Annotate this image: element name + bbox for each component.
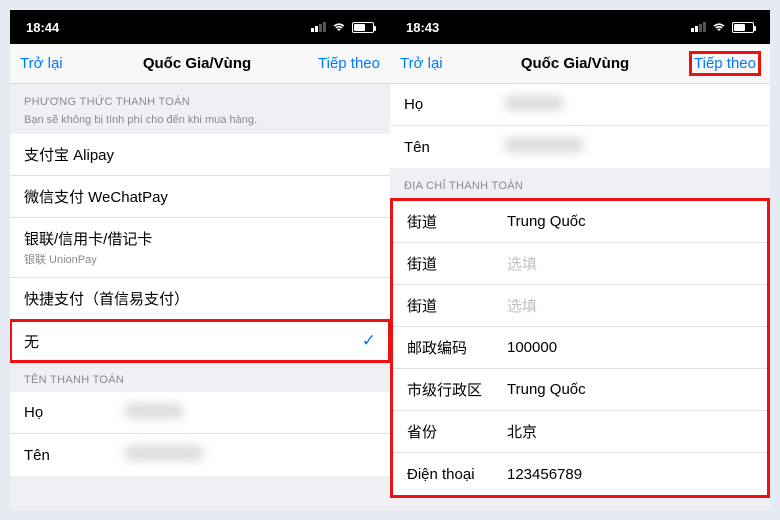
payment-method-item[interactable]: 微信支付 WeChatPay [10, 176, 390, 218]
name-field-row[interactable]: Tên [390, 126, 770, 168]
payment-method-item[interactable]: 银联/信用卡/借记卡 银联 UnionPay [10, 218, 390, 278]
nav-bar: Trở lại Quốc Gia/Vùng Tiếp theo [390, 44, 770, 84]
field-label: 街道 [407, 211, 507, 232]
field-value: Trung Quốc [507, 381, 753, 398]
field-value: Trung Quốc [507, 213, 753, 230]
field-value-redacted [124, 446, 376, 464]
nav-title: Quốc Gia/Vùng [80, 55, 314, 72]
cellular-signal-icon [311, 22, 326, 32]
billing-address-list: 街道 Trung Quốc 街道 选填 街道 选填 邮政编码 100000 市级… [390, 198, 770, 498]
payment-method-header: PHƯƠNG THỨC THANH TOÁN [10, 84, 390, 114]
address-field-row[interactable]: 街道 选填 [393, 243, 767, 285]
screenshot-frame: 18:44 Trở lại Quốc Gia/Vùng Tiếp theo PH… [10, 10, 770, 510]
field-label: 街道 [407, 253, 507, 274]
cellular-signal-icon [691, 22, 706, 32]
payment-method-item[interactable]: 快捷支付（首信易支付） [10, 278, 390, 320]
field-label: Điện thoại [407, 466, 507, 483]
status-time: 18:43 [406, 20, 439, 35]
field-label: 省份 [407, 421, 507, 442]
nav-title: Quốc Gia/Vùng [460, 55, 690, 72]
field-value-redacted [124, 404, 376, 422]
billing-address-header: ĐỊA CHỈ THANH TOÁN [390, 168, 770, 198]
payment-method-label: 支付宝 Alipay [24, 144, 114, 165]
payment-method-label: 快捷支付（首信易支付） [24, 288, 189, 309]
checkmark-icon: ✓ [362, 331, 376, 351]
battery-icon [732, 22, 754, 33]
field-label: Họ [404, 96, 504, 113]
payment-method-item[interactable]: 支付宝 Alipay [10, 134, 390, 176]
field-placeholder: 选填 [507, 253, 753, 274]
field-label: 市级行政区 [407, 379, 507, 400]
payment-method-sublabel: 银联 UnionPay [24, 251, 376, 267]
field-label: Họ [24, 404, 124, 421]
field-placeholder: 选填 [507, 295, 753, 316]
next-button[interactable]: Tiếp theo [314, 55, 380, 72]
status-bar: 18:43 [390, 10, 770, 44]
billing-name-header: TÊN THANH TOÁN [10, 362, 390, 392]
payment-method-label: 无 [24, 331, 39, 352]
address-field-row[interactable]: 邮政编码 100000 [393, 327, 767, 369]
battery-icon [352, 22, 374, 33]
name-field-row[interactable]: Tên [10, 434, 390, 476]
field-label: Tên [24, 447, 124, 464]
payment-method-label: 微信支付 WeChatPay [24, 186, 168, 207]
address-field-row[interactable]: 街道 选填 [393, 285, 767, 327]
field-label: 街道 [407, 295, 507, 316]
address-field-row[interactable]: 省份 北京 [393, 411, 767, 453]
field-value: 100000 [507, 339, 753, 356]
payment-method-list: 支付宝 Alipay 微信支付 WeChatPay 银联/信用卡/借记卡 银联 … [10, 134, 390, 362]
nav-bar: Trở lại Quốc Gia/Vùng Tiếp theo [10, 44, 390, 84]
wifi-icon [712, 22, 726, 32]
payment-method-subtext: Bạn sẽ không bị tính phí cho đến khi mua… [10, 114, 390, 134]
phone-right: 18:43 Trở lại Quốc Gia/Vùng Tiếp theo Họ… [390, 10, 770, 510]
field-value-redacted [504, 138, 756, 156]
status-bar: 18:44 [10, 10, 390, 44]
address-field-row[interactable]: 街道 Trung Quốc [393, 201, 767, 243]
billing-name-list: Họ Tên [390, 84, 770, 168]
back-button[interactable]: Trở lại [20, 55, 80, 72]
name-field-row[interactable]: Họ [390, 84, 770, 126]
payment-method-label: 银联/信用卡/借记卡 [24, 231, 152, 248]
status-indicators [691, 22, 754, 33]
field-value-redacted [504, 96, 756, 114]
status-indicators [311, 22, 374, 33]
address-field-row[interactable]: Điện thoại 123456789 [393, 453, 767, 495]
field-value: 北京 [507, 421, 753, 442]
payment-method-item-selected[interactable]: 无 ✓ [10, 320, 390, 362]
billing-name-list: Họ Tên [10, 392, 390, 476]
back-button[interactable]: Trở lại [400, 55, 460, 72]
field-label: 邮政编码 [407, 337, 507, 358]
name-field-row[interactable]: Họ [10, 392, 390, 434]
next-button[interactable]: Tiếp theo [690, 52, 760, 75]
phone-left: 18:44 Trở lại Quốc Gia/Vùng Tiếp theo PH… [10, 10, 390, 510]
field-label: Tên [404, 139, 504, 156]
wifi-icon [332, 22, 346, 32]
field-value: 123456789 [507, 466, 753, 483]
status-time: 18:44 [26, 20, 59, 35]
address-field-row[interactable]: 市级行政区 Trung Quốc [393, 369, 767, 411]
